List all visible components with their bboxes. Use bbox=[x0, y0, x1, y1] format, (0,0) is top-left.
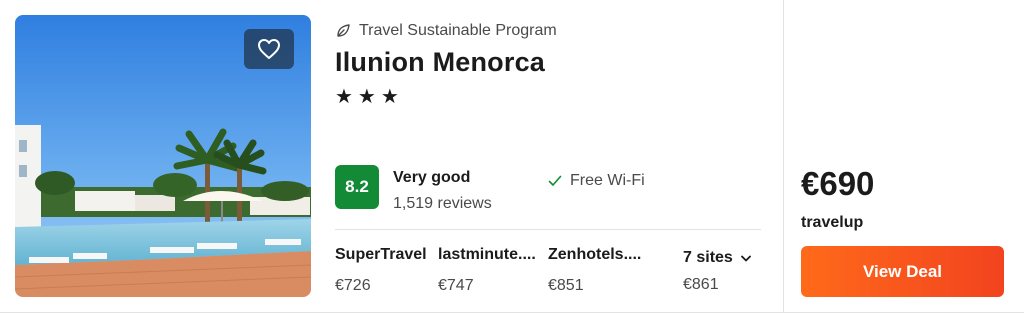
site-name: SuperTravel bbox=[335, 246, 427, 263]
site-name: Zenhotels.... bbox=[548, 246, 642, 263]
rating-label: Very good bbox=[393, 169, 471, 186]
more-sites-price: €861 bbox=[683, 276, 719, 293]
favorite-button[interactable] bbox=[244, 29, 294, 69]
site-name: lastminute.... bbox=[438, 246, 536, 263]
column-divider bbox=[783, 0, 784, 313]
checkmark-icon bbox=[548, 175, 562, 186]
best-price-provider: travelup bbox=[801, 214, 864, 231]
amenity-label: Free Wi-Fi bbox=[570, 172, 645, 189]
hotel-result-card: Travel Sustainable Program Ilunion Menor… bbox=[0, 0, 1024, 313]
view-deal-button[interactable]: View Deal bbox=[801, 246, 1004, 297]
chevron-down-icon bbox=[740, 255, 751, 261]
site-offer[interactable]: SuperTravel €726 bbox=[335, 246, 445, 295]
star-rating: ★★★ bbox=[335, 86, 404, 108]
site-offer[interactable]: Zenhotels.... €851 bbox=[548, 246, 658, 295]
more-sites-label: 7 sites bbox=[683, 249, 733, 266]
hotel-name[interactable]: Ilunion Menorca bbox=[335, 47, 545, 78]
leaf-icon bbox=[337, 24, 350, 37]
sustainability-label: Travel Sustainable Program bbox=[359, 22, 557, 39]
site-price: €726 bbox=[335, 277, 371, 294]
price-divider bbox=[335, 229, 761, 230]
site-price: €851 bbox=[548, 277, 584, 294]
site-price: €747 bbox=[438, 277, 474, 294]
best-price: €690 bbox=[801, 165, 875, 202]
sustainability-badge[interactable]: Travel Sustainable Program bbox=[335, 21, 557, 41]
heart-outline-icon bbox=[258, 39, 280, 59]
review-count[interactable]: 1,519 reviews bbox=[393, 195, 492, 213]
more-sites-dropdown[interactable]: 7 sites bbox=[683, 249, 751, 267]
site-offer[interactable]: lastminute.... €747 bbox=[438, 246, 548, 295]
amenity-wifi: Free Wi-Fi bbox=[548, 172, 645, 190]
review-score-badge: 8.2 bbox=[335, 165, 379, 209]
